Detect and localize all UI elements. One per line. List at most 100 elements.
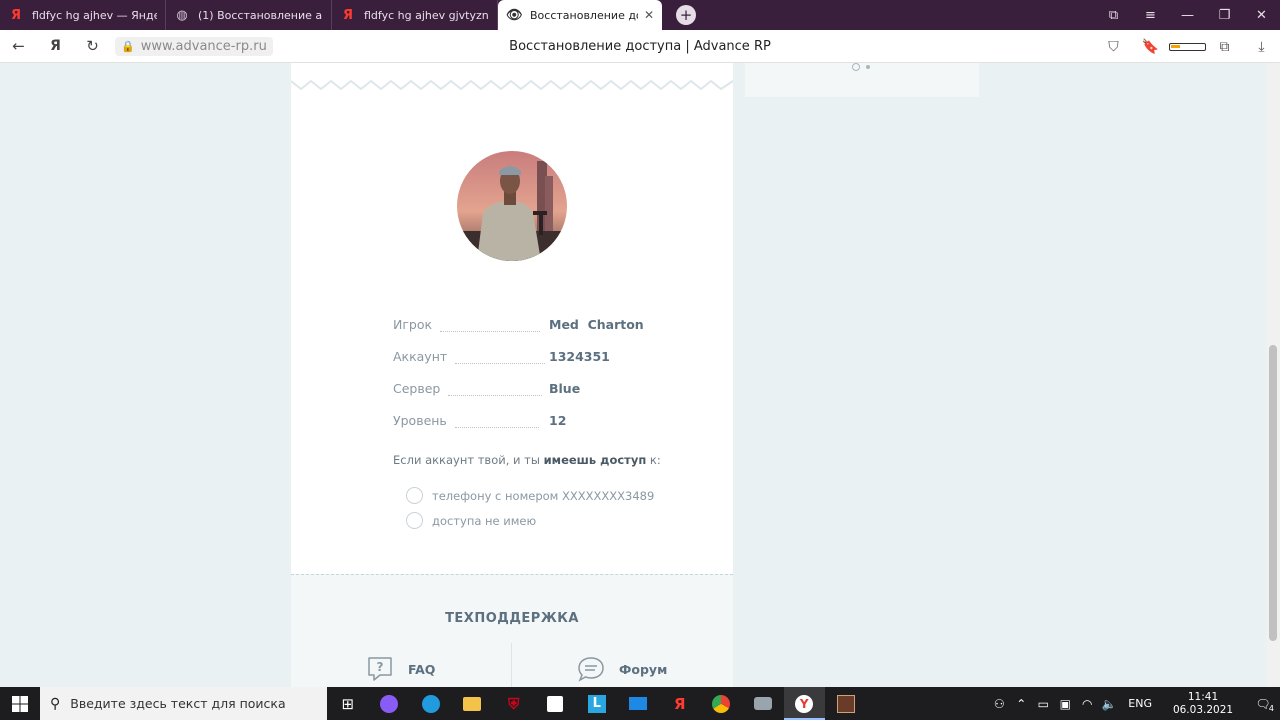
browser-tab-4-active[interactable]: 👁 Восстановление доступа ✕ [498,0,662,30]
battery-tray-icon[interactable]: ▭ [1032,697,1054,711]
carousel-dot-active[interactable] [852,63,860,71]
taskbar-search-box[interactable]: ⚲ Введите здесь текст для поиска [40,687,327,720]
advance-icon: 👁 [506,7,523,23]
account-value: 1324351 [549,349,610,364]
level-label: Уровень [393,413,447,428]
protect-icon[interactable]: ⛉ [1095,39,1132,55]
restore-icon[interactable]: ❐ [1206,8,1243,23]
carousel-dots [852,63,870,71]
dotted-leader [454,427,539,428]
system-tray: ⚇ ⌃ ▭ ▣ ◠ 🔈 ENG 11:41 06.03.2021 🗨 4 [988,687,1280,720]
no-access-radio[interactable] [406,512,423,529]
scrollbar-thumb[interactable] [1269,345,1277,641]
tab-title: fldfyc hg ajhev gjvtyznm gl [364,8,489,22]
page-viewport: Игрок Med Charton Аккаунт 1324351 Сервер… [0,63,1266,687]
option-phone-label: телефону с номером XXXXXXXX3489 [432,488,655,503]
launcher-icon[interactable]: L [576,687,618,720]
player-avatar [457,151,567,261]
server-label: Сервер [393,381,441,396]
prompt-text: Если аккаунт твой, и ты [393,453,544,467]
download-icon[interactable]: ⤓ [1243,39,1280,55]
url-text: www.advance-rp.ru [140,38,267,54]
phone-radio[interactable] [406,487,423,504]
level-value: 12 [549,413,567,428]
clock[interactable]: 11:41 06.03.2021 [1168,691,1238,717]
new-tab-button[interactable]: + [676,5,696,25]
wifi-icon[interactable]: ◠ [1076,697,1098,711]
recovery-card: Игрок Med Charton Аккаунт 1324351 Сервер… [291,63,733,575]
clock-time: 11:41 [1187,690,1219,703]
yandex-icon: Я [342,7,353,23]
support-section: ТЕХПОДДЕРЖКА ? FAQ Форум [291,574,733,687]
collections-icon[interactable]: ⧉ [1206,39,1243,55]
search-placeholder: Введите здесь текст для поиска [70,696,286,711]
option-phone[interactable]: телефону с номером XXXXXXXX3489 [406,487,654,504]
menu-icon[interactable]: ≡ [1132,8,1169,23]
browser-tab-2[interactable]: ◍ (1) Восстановление аккаунта [166,0,332,30]
language-indicator[interactable]: ENG [1128,697,1152,710]
info-row-account: Аккаунт 1324351 [393,335,653,367]
mcafee-icon[interactable]: ⛨ [493,687,535,720]
yandex-home-button[interactable]: Я [37,38,74,54]
browser-tab-1[interactable]: Я fldfyc hg ajhev — Яндекс: нашлось [0,0,166,30]
url-field[interactable]: 🔒 www.advance-rp.ru [115,36,273,56]
game-icon[interactable] [825,687,867,720]
device-icon[interactable]: ▣ [1054,697,1076,711]
address-bar: ← Я ↻ 🔒 www.advance-rp.ru Восстановление… [0,30,1280,63]
file-explorer-icon[interactable] [452,687,494,720]
side-panel [745,63,979,97]
dotted-leader [440,331,541,332]
carousel-dot[interactable] [866,65,870,69]
support-divider [511,643,512,687]
svg-text:?: ? [377,660,384,674]
dotted-leader [455,363,546,364]
notification-count: 4 [1268,703,1274,713]
option-no-access-label: доступа не имею [432,513,537,528]
browser-tab-3[interactable]: Я fldfyc hg ajhev gjvtyznm gl [332,0,498,30]
people-icon[interactable]: ⚇ [988,697,1010,711]
profile-info: Игрок Med Charton Аккаунт 1324351 Сервер… [393,303,653,431]
task-view-icon[interactable]: ⊞ [327,687,369,720]
chat-bubble-icon [578,657,604,682]
bookmark-icon[interactable]: 🔖 [1132,39,1169,55]
window-controls: ⧉ ≡ — ❐ ✕ [1095,0,1280,30]
yandex-browser-icon[interactable]: Y [783,687,825,720]
close-window-icon[interactable]: ✕ [1243,8,1280,23]
player-value: Med Charton [549,317,644,332]
lock-icon: 🔒 [121,39,135,53]
start-button[interactable] [0,687,40,720]
tab-title: (1) Восстановление аккаунта [198,8,323,22]
prompt-text-end: к: [646,453,661,467]
notifications-icon[interactable]: 🗨 4 [1246,697,1280,713]
windows-taskbar: ⚲ Введите здесь текст для поиска ⊞ ⛨ L Я… [0,687,1280,720]
tabs-panel-icon[interactable]: ⧉ [1095,8,1132,23]
clock-date: 06.03.2021 [1172,703,1234,716]
battery-icon[interactable] [1169,39,1206,55]
page-scrollbar[interactable] [1266,63,1280,687]
close-tab-icon[interactable]: ✕ [644,8,654,22]
minimize-icon[interactable]: — [1169,8,1206,23]
show-hidden-icon[interactable]: ⌃ [1010,697,1032,711]
back-icon[interactable]: ← [0,37,37,55]
alice-icon[interactable] [369,687,411,720]
faq-link[interactable]: ? FAQ [366,655,435,683]
edge-icon[interactable] [410,687,452,720]
mail-icon[interactable] [618,687,660,720]
store-icon[interactable] [535,687,577,720]
option-no-access[interactable]: доступа не имею [406,512,536,529]
access-prompt: Если аккаунт твой, и ты имеешь доступ к: [393,453,661,467]
advance-icon: ◍ [176,7,188,23]
chrome-icon[interactable] [701,687,743,720]
dotted-leader [448,395,543,396]
tab-title: fldfyc hg ajhev — Яндекс: нашлось [32,8,157,22]
info-row-player: Игрок Med Charton [393,303,653,335]
browser-tab-strip: Я fldfyc hg ajhev — Яндекс: нашлось ◍ (1… [0,0,1280,30]
search-icon: ⚲ [50,695,61,712]
volume-icon[interactable]: 🔈 [1098,697,1120,711]
camera-icon[interactable] [742,687,784,720]
player-label: Игрок [393,317,433,332]
forum-link[interactable]: Форум [577,655,667,683]
account-label: Аккаунт [393,349,448,364]
reload-icon[interactable]: ↻ [74,37,111,55]
yandex-search-icon[interactable]: Я [659,687,701,720]
